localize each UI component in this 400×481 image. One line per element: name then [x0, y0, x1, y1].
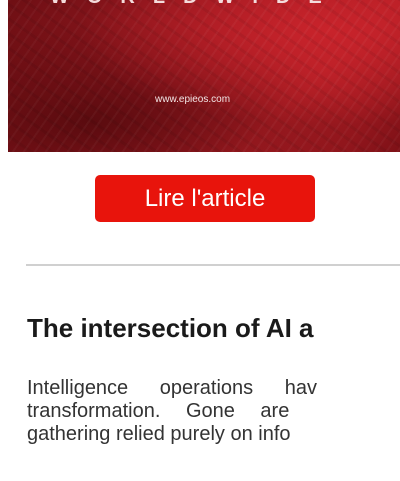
banner-url: www.epieos.com: [155, 94, 231, 105]
article-banner-image[interactable]: WORLDWIDE www.epieos.com: [8, 0, 400, 152]
banner-headline: WORLDWIDE: [50, 0, 340, 9]
article-body-line: gathering relied purely on info: [27, 423, 291, 445]
banner-texture: [8, 0, 400, 152]
section-divider: [26, 264, 400, 266]
article-body-line: transformation. Gone are: [27, 400, 290, 422]
article-title: The intersection of AI a: [27, 313, 314, 343]
read-article-button[interactable]: Lire l'article: [95, 175, 315, 222]
article-body: Intelligence operations hav transformati…: [27, 377, 400, 481]
article-body-line: Intelligence operations hav: [27, 377, 317, 399]
newsletter-page: WORLDWIDE www.epieos.com Lire l'article …: [0, 0, 400, 481]
